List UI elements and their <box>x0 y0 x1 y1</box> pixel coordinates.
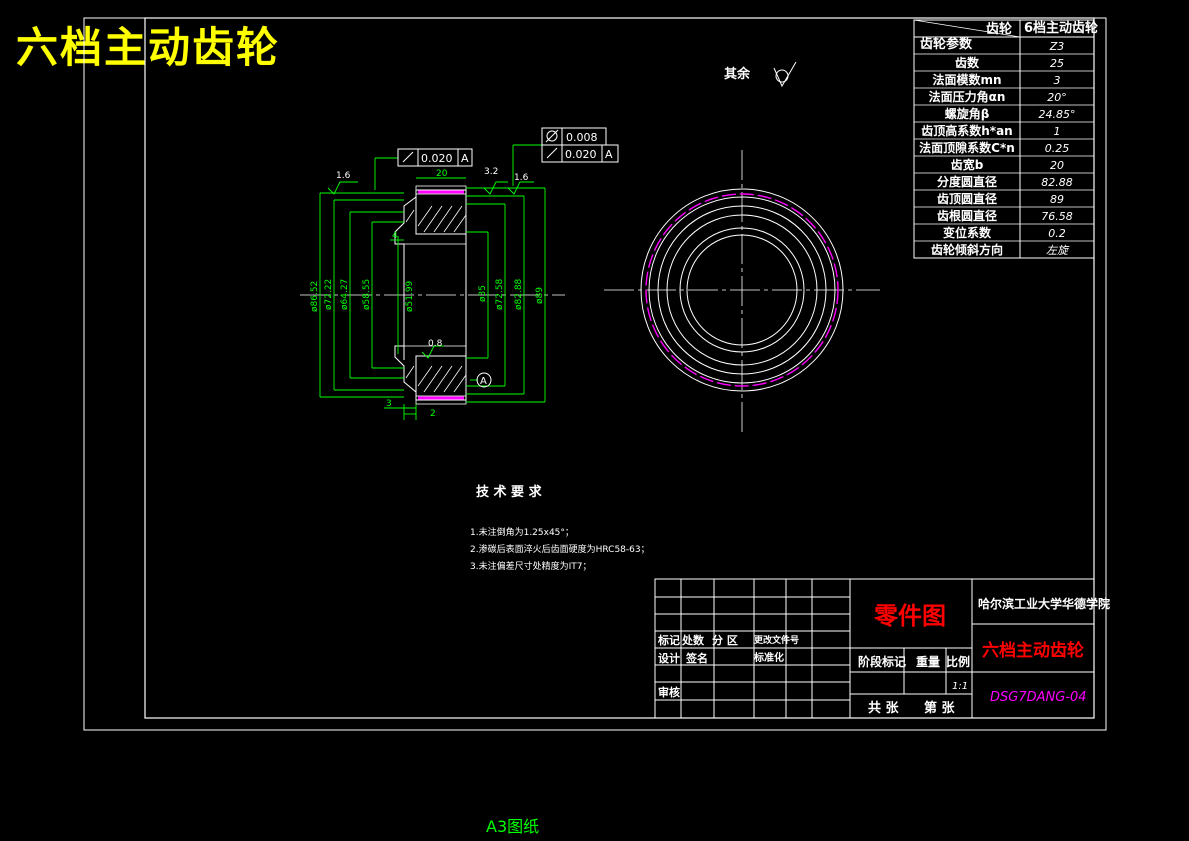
dim-width: 20 <box>436 169 448 179</box>
title-block-change-doc: 更改文件号 <box>754 634 799 646</box>
title-block-design: 设计 <box>658 651 680 665</box>
surface-finish-symbol <box>773 61 797 88</box>
roughness-label-4: 0.8 <box>428 339 443 349</box>
weight-label: 重量 <box>916 654 940 669</box>
param-label-4: 螺旋角β <box>945 106 990 121</box>
param-value-7: 20 <box>1050 159 1064 172</box>
dim-d1: ø86.52 <box>310 281 320 312</box>
param-value-12: 左旋 <box>1046 244 1070 257</box>
param-value-4: 24.85° <box>1039 108 1076 121</box>
cad-drawing: 齿轮参数 齿轮 6档主动齿轮 Z3 齿数 25 法面模数mn 3 法面压力角αn 20° 螺旋… <box>83 17 1110 836</box>
param-label-9: 齿顶圆直径 <box>937 191 997 206</box>
param-label-2: 法面模数mn <box>932 72 1001 87</box>
datum-a-symbol: A <box>476 372 492 388</box>
dim-small-2: 3 <box>386 399 392 409</box>
param-value-3: 20° <box>1047 91 1067 104</box>
param-label-10: 齿根圆直径 <box>937 208 997 223</box>
title-block-sign: 签名 <box>685 651 708 665</box>
scale-label: 比例 <box>946 654 970 669</box>
drawing-number: DSG7DANG-04 <box>990 690 1087 705</box>
scale-value: 1:1 <box>952 681 968 692</box>
dim-d6: ø35 <box>478 285 488 302</box>
tolerance-3-value: 0.020 <box>565 148 597 161</box>
part-drawing-label: 零件图 <box>873 602 946 630</box>
tolerance-1-datum: A <box>461 152 469 165</box>
title-block-count: 处数 <box>681 633 705 647</box>
title-block-standard: 标准化 <box>753 651 784 664</box>
part-name: 六档主动齿轮 <box>982 640 1084 661</box>
gear-parameter-table: 齿轮参数 齿轮 6档主动齿轮 Z3 齿数 25 法面模数mn 3 法面压力角αn 20° 螺旋… <box>913 19 1098 259</box>
param-label-12: 齿轮倾斜方向 <box>931 242 1003 257</box>
tolerance-frame-1: 0.020 A <box>397 148 473 167</box>
school-name: 哈尔滨工业大学华德学院 <box>978 596 1110 611</box>
param-label-3: 法面压力角αn <box>929 89 1006 104</box>
param-header-mid: 齿轮 <box>986 21 1012 37</box>
title-block-review: 审核 <box>658 685 680 699</box>
tech-requirements-title: 技 术 要 求 <box>476 484 543 500</box>
roughness-label-2: 3.2 <box>484 167 498 177</box>
param-header-left: 齿轮参数 <box>920 36 973 52</box>
title-block-mark: 标记 <box>657 633 680 647</box>
sheet-number: 第 张 <box>924 700 956 716</box>
dim-d2: ø72.22 <box>324 279 334 310</box>
tech-requirement-3: 3.未注偏差尺寸处精度为IT7； <box>470 560 591 572</box>
param-label-11: 变位系数 <box>943 225 992 240</box>
roughness-label-3: 1.6 <box>514 173 529 183</box>
dim-d8: ø82.88 <box>514 278 524 310</box>
tolerance-frame-2: 0.008 <box>541 127 607 146</box>
dim-d9: ø89 <box>535 287 545 304</box>
tolerance-3-datum: A <box>605 148 613 161</box>
param-value-11: 0.2 <box>1048 227 1066 240</box>
param-label-8: 分度圆直径 <box>937 174 997 189</box>
paper-size-label: A3图纸 <box>486 817 539 836</box>
param-value-0: Z3 <box>1049 40 1065 53</box>
title-block-zone: 分 区 <box>712 633 738 647</box>
param-label-5: 齿顶高系数h*an <box>921 123 1012 138</box>
inner-border <box>144 17 1095 719</box>
param-value-2: 3 <box>1054 74 1061 87</box>
param-value-6: 0.25 <box>1045 142 1070 155</box>
tech-requirement-1: 1.未注倒角为1.25x45°； <box>470 526 574 538</box>
param-value-5: 1 <box>1054 125 1061 138</box>
param-label-1: 齿数 <box>955 55 980 70</box>
tolerance-2-value: 0.008 <box>566 131 598 144</box>
param-label-6: 法面顶隙系数C*n <box>919 140 1015 155</box>
tolerance-frame-3: 0.020 A <box>541 144 619 163</box>
dim-d5: ø51.99 <box>405 280 415 312</box>
sheet-total: 共 张 <box>868 700 900 716</box>
tech-requirement-2: 2.渗碳后表面淬火后齿面硬度为HRC58-63； <box>470 543 650 555</box>
svg-text:A: A <box>480 376 487 387</box>
dim-small-1: 4 <box>392 231 398 241</box>
dim-small-3: 2 <box>430 409 436 419</box>
param-value-10: 76.58 <box>1041 210 1073 223</box>
param-value-1: 25 <box>1050 57 1064 70</box>
param-header-right: 6档主动齿轮 <box>1024 20 1098 36</box>
param-value-8: 82.88 <box>1041 176 1073 189</box>
roughness-label-1: 1.6 <box>336 171 351 181</box>
surface-finish-rest-label: 其余 <box>724 66 751 82</box>
gear-front-view <box>604 150 880 435</box>
param-value-9: 89 <box>1050 193 1064 206</box>
param-label-7: 齿宽b <box>951 157 984 172</box>
tolerance-1-value: 0.020 <box>421 152 453 165</box>
dim-d3: ø64.27 <box>340 279 350 310</box>
stage-mark: 阶段标记 <box>858 654 906 669</box>
dim-d7: ø72.58 <box>495 278 505 310</box>
dim-d4: ø58.55 <box>362 279 372 310</box>
